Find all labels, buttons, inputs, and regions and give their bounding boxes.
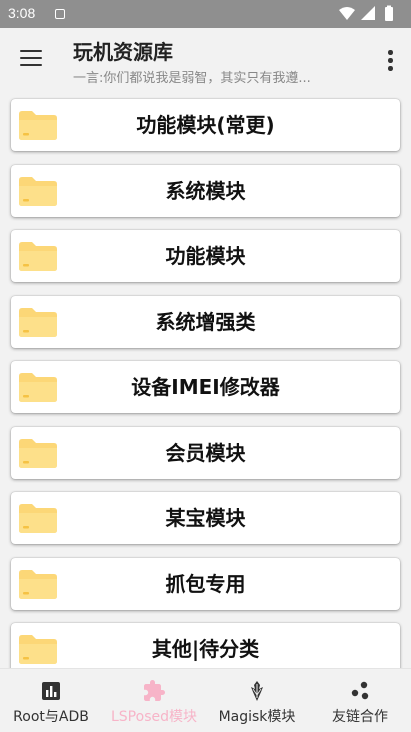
folder-label: 系统模块 (165, 178, 246, 203)
status-icons (339, 5, 393, 21)
folder-card[interactable]: 某宝模块 (11, 492, 400, 544)
nav-item[interactable]: 友链合作 (309, 669, 411, 732)
folder-card[interactable]: 设备IMEI修改器 (11, 361, 400, 413)
folder-label: 其他|待分类 (151, 637, 260, 661)
nav-label: Magisk模块 (218, 709, 296, 725)
wifi-icon (339, 7, 355, 20)
nav-item[interactable]: Magisk模块 (206, 669, 308, 732)
nav-label: 友链合作 (332, 709, 388, 725)
folder-card[interactable]: 功能模块 (11, 230, 400, 282)
nav-item[interactable]: LSPosed模块 (103, 669, 205, 732)
folder-card[interactable]: 功能模块(常更) (11, 99, 400, 151)
signal-icon (361, 6, 375, 20)
nav-label: Root与ADB (13, 709, 89, 725)
folder-label: 会员模块 (165, 440, 246, 465)
puzzle-icon (142, 679, 166, 703)
magisk-icon (245, 679, 269, 703)
folder-label: 系统增强类 (155, 309, 256, 334)
bottom-nav: Root与ADB LSPosed模块 Magisk模块 友链合作 (0, 668, 411, 732)
more-options-icon[interactable] (385, 50, 395, 72)
folder-card[interactable]: 系统增强类 (11, 295, 400, 348)
folder-card[interactable]: 会员模块 (11, 426, 400, 479)
app-title: 玩机资源库 (73, 40, 173, 64)
folder-label: 功能模块 (165, 244, 246, 268)
bar-chart-icon (39, 679, 63, 703)
folder-label: 某宝模块 (165, 506, 246, 530)
status-time: 3:08 (8, 5, 36, 21)
status-bar: 3:08 (0, 0, 411, 28)
folder-label: 设备IMEI修改器 (131, 375, 280, 399)
app-bar: 玩机资源库 一言:你们都说我是弱智，其实只有我遵... (0, 28, 411, 92)
share-dots-icon (348, 679, 372, 703)
folder-list: 功能模块(常更) 系统模块功能模块系统增强类设备IMEI修改器 会员模块某宝模块抓包… (0, 92, 411, 668)
notification-icon (55, 9, 65, 19)
battery-icon (385, 7, 393, 21)
nav-item[interactable]: Root与ADB (0, 669, 102, 732)
folder-card[interactable]: 系统模块 (11, 164, 400, 217)
menu-icon[interactable] (20, 50, 42, 68)
folder-label: 抓包专用 (165, 571, 246, 596)
folder-card[interactable]: 其他|待分类 (11, 623, 400, 668)
folder-label: 功能模块(常更) (136, 113, 275, 137)
folder-card[interactable]: 抓包专用 (11, 557, 400, 610)
nav-label: LSPosed模块 (111, 709, 197, 725)
app-subtitle: 一言:你们都说我是弱智，其实只有我遵... (73, 71, 311, 86)
